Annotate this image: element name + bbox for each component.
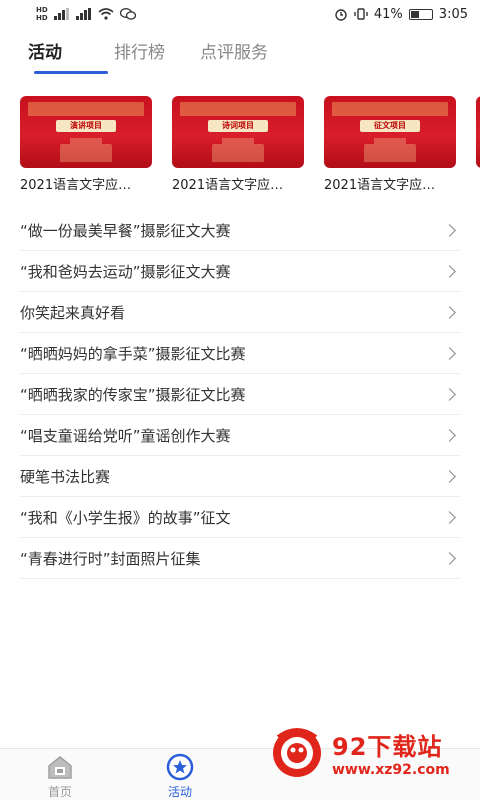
watermark-title: 92下载站 [332, 732, 443, 761]
list-item[interactable]: “青春进行时”封面照片征集 [20, 538, 460, 579]
battery-fill [410, 10, 419, 18]
clock: 3:05 [438, 6, 468, 22]
list-item[interactable]: “唱支童谣给党听”童谣创作大赛 [20, 415, 460, 456]
chevron-right-icon [443, 469, 456, 483]
star-icon [165, 753, 195, 781]
list-item[interactable]: 你笑起来真好看 [20, 292, 460, 333]
list-item[interactable]: 硬笔书法比赛 [20, 456, 460, 497]
activity-card[interactable]: 诗词项目 2021语言文字应… [172, 96, 304, 193]
chevron-right-icon [443, 510, 456, 524]
list-item-label: 你笑起来真好看 [20, 303, 126, 322]
card-banner: 征文项目 [360, 120, 420, 132]
list-item[interactable]: “做一份最美早餐”摄影征文大赛 [20, 210, 460, 251]
signal-icon [53, 8, 69, 20]
list-item[interactable]: “我和爸妈去运动”摄影征文大赛 [20, 251, 460, 292]
card-thumbnail: 演讲项目 [20, 96, 152, 168]
activity-card[interactable]: 演讲项目 2021语言文字应… [20, 96, 152, 193]
activity-list: “做一份最美早餐”摄影征文大赛 “我和爸妈去运动”摄影征文大赛 你笑起来真好看 … [20, 210, 460, 579]
list-item-label: “唱支童谣给党听”童谣创作大赛 [20, 426, 231, 445]
list-item-label: “晒晒妈妈的拿手菜”摄影征文比赛 [20, 344, 246, 363]
list-item-label: “做一份最美早餐”摄影征文大赛 [20, 221, 231, 240]
battery-percent: 41% [373, 6, 403, 22]
nav-home-label: 首页 [47, 785, 72, 799]
nav-activity[interactable]: 活动 [150, 753, 210, 800]
status-left-icons: HD HD [36, 6, 136, 22]
card-banner: 演讲项目 [56, 120, 116, 132]
alarm-icon [335, 9, 347, 21]
list-item[interactable]: “晒晒妈妈的拿手菜”摄影征文比赛 [20, 333, 460, 374]
card-title: 2021语言文字应… [172, 178, 284, 193]
status-bar: HD HD 41% 3:05 [0, 0, 480, 28]
list-item-label: “青春进行时”封面照片征集 [20, 549, 201, 568]
list-item[interactable]: “我和《小学生报》的故事”征文 [20, 497, 460, 538]
chevron-right-icon [443, 264, 456, 278]
card-title: 2021语言文字应… [324, 178, 436, 193]
list-item[interactable]: “晒晒我家的传家宝”摄影征文比赛 [20, 374, 460, 415]
battery-icon [408, 8, 433, 20]
wechat-icon [119, 8, 136, 20]
nav-activity-label: 活动 [167, 785, 192, 799]
list-item-label: 硬笔书法比赛 [20, 467, 111, 486]
card-header-strip [28, 102, 144, 116]
hd-icon: HD HD [36, 6, 48, 22]
watermark-text: 92下载站 www.xz92.com [332, 727, 450, 778]
chevron-right-icon [443, 428, 456, 442]
status-right-icons: 41% 3:05 [334, 7, 468, 22]
list-item-label: “我和爸妈去运动”摄影征文大赛 [20, 262, 231, 281]
chevron-right-icon [443, 387, 456, 401]
chevron-right-icon [443, 551, 456, 565]
watermark-logo-icon [273, 728, 321, 777]
building-illustration [212, 138, 264, 162]
home-icon [45, 753, 75, 781]
card-title: 2021语言文字应… [20, 178, 132, 193]
watermark: 92下载站 www.xz92.com [268, 712, 468, 792]
card-thumbnail: 征文项目 [324, 96, 456, 168]
vibrate-icon [354, 8, 368, 20]
top-tabs: 活动 排行榜 点评服务 [28, 38, 268, 74]
chevron-right-icon [443, 346, 456, 360]
nav-home[interactable]: 首页 [30, 753, 90, 800]
tab-ranking[interactable]: 排行榜 [114, 38, 200, 68]
wifi-icon [98, 8, 114, 20]
activity-carousel[interactable]: 演讲项目 2021语言文字应… 诗词项目 2021语言文字应… 征文项目 202… [20, 96, 480, 196]
card-thumbnail [476, 96, 480, 168]
card-thumbnail: 诗词项目 [172, 96, 304, 168]
tab-review-service[interactable]: 点评服务 [200, 38, 268, 68]
chevron-right-icon [443, 305, 456, 319]
tab-activity[interactable]: 活动 [28, 38, 114, 74]
card-banner: 诗词项目 [208, 120, 268, 132]
list-item-label: “晒晒我家的传家宝”摄影征文比赛 [20, 385, 246, 404]
card-header-strip [332, 102, 448, 116]
building-illustration [364, 138, 416, 162]
chevron-right-icon [443, 223, 456, 237]
activity-card-partial[interactable] [476, 96, 480, 168]
activity-card[interactable]: 征文项目 2021语言文字应… [324, 96, 456, 193]
signal-icon-2 [75, 8, 91, 20]
building-illustration [60, 138, 112, 162]
watermark-url: www.xz92.com [332, 761, 450, 778]
card-header-strip [180, 102, 296, 116]
list-item-label: “我和《小学生报》的故事”征文 [20, 508, 231, 527]
